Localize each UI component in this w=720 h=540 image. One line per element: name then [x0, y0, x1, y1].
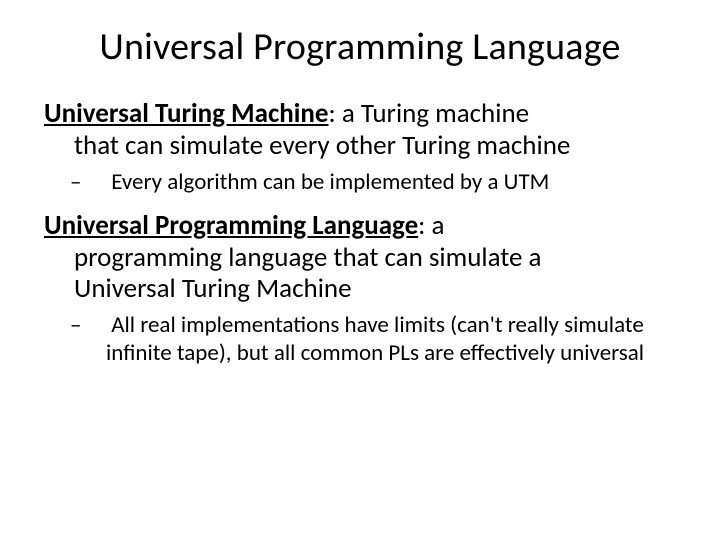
- utm-rest: : a Turing machine: [329, 97, 530, 130]
- sub-utm: – Every algorithm can be implemented by …: [88, 168, 676, 196]
- definition-utm: Universal Turing Machine: a Turing machi…: [44, 98, 676, 162]
- upl-cont2: Universal Turing Machine: [44, 273, 676, 305]
- slide-title: Universal Programming Language: [44, 24, 676, 70]
- sub-upl-text: All real implementations have limits (ca…: [106, 311, 644, 367]
- sub-utm-text: Every algorithm can be implemented by a …: [106, 168, 549, 196]
- term-upl: Universal Programming Language: [44, 209, 418, 242]
- slide: Universal Programming Language Universal…: [0, 0, 720, 540]
- definition-upl: Universal Programming Language: a progra…: [44, 210, 676, 306]
- dash-icon: –: [88, 168, 106, 196]
- upl-rest: : a: [418, 209, 444, 242]
- utm-cont: that can simulate every other Turing mac…: [44, 130, 676, 162]
- dash-icon: –: [88, 311, 106, 339]
- sub-upl: – All real implementations have limits (…: [88, 311, 676, 367]
- upl-cont1: programming language that can simulate a: [44, 242, 676, 274]
- term-utm: Universal Turing Machine: [44, 97, 329, 130]
